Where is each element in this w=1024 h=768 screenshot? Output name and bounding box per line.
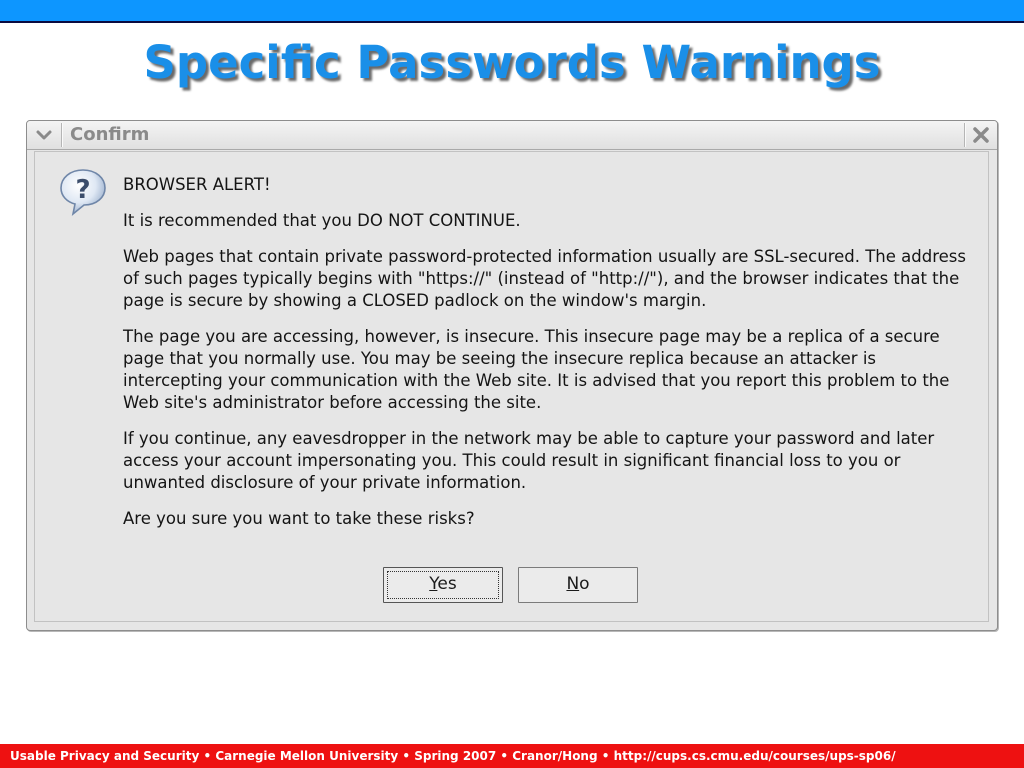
focus-ring <box>387 571 499 599</box>
titlebar-separator <box>964 123 965 147</box>
consequence-text: If you continue, any eavesdropper in the… <box>123 429 935 492</box>
confirm-question: Are you sure you want to take these risk… <box>123 509 475 528</box>
ssl-explanation-text: Web pages that contain private password-… <box>123 247 966 310</box>
dialog-titlebar[interactable]: Confirm <box>27 121 997 150</box>
question-icon: ? <box>57 166 109 218</box>
yes-button[interactable]: Yes <box>383 567 503 603</box>
dialog-title: Confirm <box>70 124 150 145</box>
slide-title: Specific Passwords Warnings <box>143 36 881 89</box>
footer-text: Usable Privacy and Security • Carnegie M… <box>10 749 896 763</box>
dialog-body: ? BROWSER ALERT! It is recommended that … <box>34 151 989 622</box>
close-icon[interactable] <box>970 124 992 146</box>
insecure-page-text: The page you are accessing, however, is … <box>123 327 950 412</box>
dialog-message: BROWSER ALERT! It is recommended that yo… <box>123 174 973 544</box>
no-label: o <box>579 574 590 594</box>
confirm-dialog: Confirm ? BROWSER ALERT! It is recommend… <box>26 120 998 631</box>
svg-text:?: ? <box>75 175 90 205</box>
titlebar-separator <box>61 123 62 147</box>
alert-heading: BROWSER ALERT! <box>123 175 271 194</box>
no-button[interactable]: No <box>518 567 638 603</box>
no-mnemonic: N <box>566 574 580 594</box>
recommendation-text: It is recommended that you DO NOT CONTIN… <box>123 211 521 230</box>
window-menu-chevron-icon[interactable] <box>33 124 55 146</box>
top-accent-bar <box>0 0 1024 23</box>
footer-bar: Usable Privacy and Security • Carnegie M… <box>0 744 1024 768</box>
